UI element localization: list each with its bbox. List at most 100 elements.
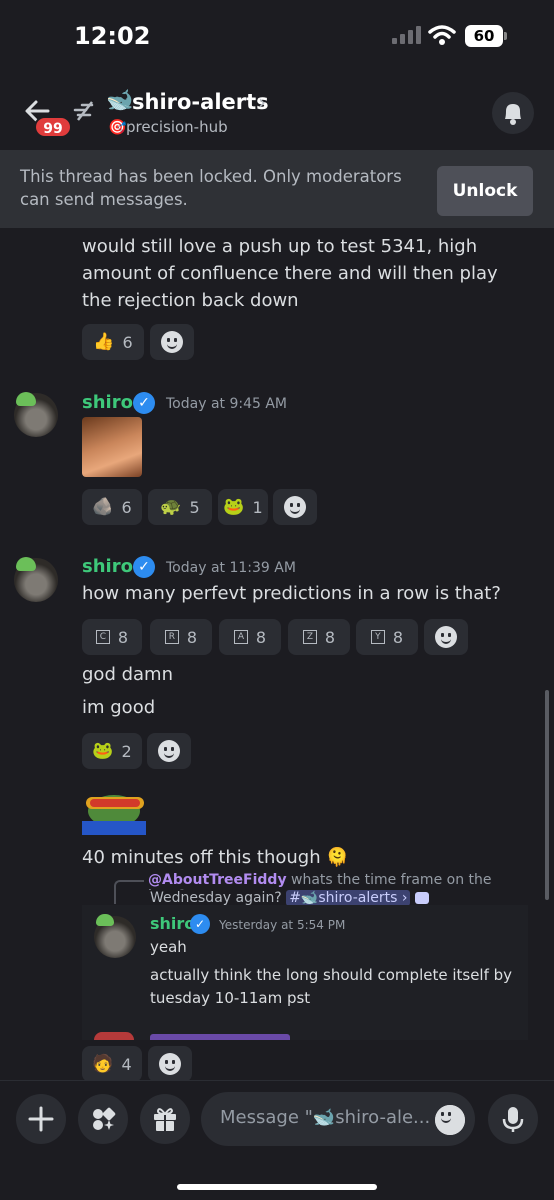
smile-icon <box>435 626 457 648</box>
reaction[interactable]: 🐢 5 <box>148 489 212 525</box>
microphone-icon <box>502 1107 524 1132</box>
verified-icon: ✓ <box>133 392 155 414</box>
locked-message: This thread has been locked. Only modera… <box>20 167 402 209</box>
reaction-count: 8 <box>324 627 336 647</box>
reaction-count: 5 <box>189 497 200 517</box>
reaction[interactable]: 🧑 4 <box>82 1046 142 1082</box>
reaction-count: 8 <box>117 627 129 647</box>
thread-icon <box>73 101 94 121</box>
author-name[interactable]: shiro <box>82 392 133 413</box>
reaction-count: 8 <box>255 627 267 647</box>
thumbs-up-icon: 👍 <box>93 332 115 352</box>
message-text: im good <box>82 697 156 718</box>
rock-icon: 🪨 <box>92 497 114 517</box>
message-text: god damn <box>82 664 173 685</box>
reaction[interactable]: 🐸 1 <box>218 489 268 525</box>
message-text-content: 40 minutes off this though <box>82 847 321 868</box>
apps-button[interactable] <box>78 1094 128 1144</box>
reaction-count: 2 <box>121 741 132 761</box>
author-name <box>150 1034 290 1040</box>
message-text: would still love a push up to test 5341,… <box>82 236 498 311</box>
bell-icon <box>505 104 521 125</box>
channel-emoji: 🐋 <box>106 88 134 113</box>
reaction-letter-a[interactable]: A 8 <box>219 619 281 655</box>
target-icon: 🎯 <box>108 118 127 136</box>
reply-connector <box>114 880 144 904</box>
channel-title[interactable]: shiro-alerts <box>132 90 269 114</box>
gift-icon <box>154 1108 176 1131</box>
wifi-icon <box>428 25 456 45</box>
parent-channel[interactable]: precision-hub <box>126 118 228 136</box>
reply-mention: @AboutTreeFiddy <box>148 872 287 888</box>
channel-mention[interactable]: #🐋shiro-alerts › <box>286 890 411 906</box>
reaction-thumbs-up[interactable]: 👍 6 <box>82 324 144 360</box>
smile-icon <box>435 1105 465 1135</box>
chevron-right-icon[interactable]: › <box>258 90 266 114</box>
gift-button[interactable] <box>140 1094 190 1144</box>
notification-button[interactable] <box>492 92 534 134</box>
smile-icon <box>158 740 180 762</box>
reaction-count: 8 <box>186 627 198 647</box>
verified-icon: ✓ <box>190 914 210 934</box>
reaction-letter-r[interactable]: R 8 <box>150 619 212 655</box>
add-reaction-button[interactable] <box>147 733 191 769</box>
signal-icon <box>392 26 421 44</box>
face-icon: 🧑 <box>92 1054 114 1074</box>
thread-icon <box>414 892 429 904</box>
smile-icon <box>161 331 183 353</box>
reaction-count: 8 <box>392 627 404 647</box>
avatar-decoration <box>16 557 36 571</box>
letter-a-icon: A <box>233 630 248 644</box>
letter-z-icon: Z <box>302 630 317 644</box>
author-name[interactable]: shiro <box>150 914 195 933</box>
reaction-count: 6 <box>121 497 132 517</box>
reaction[interactable]: 🪨 6 <box>82 489 142 525</box>
plus-icon <box>28 1106 54 1132</box>
timestamp: Today at 9:45 AM <box>166 396 288 412</box>
letter-c-icon: C <box>95 630 110 644</box>
turtle-icon: 🐢 <box>160 497 182 517</box>
message-text: yeah <box>150 938 187 956</box>
add-reaction-button[interactable] <box>150 324 194 360</box>
battery-nub <box>504 32 507 40</box>
reaction-letter-c[interactable]: C 8 <box>82 619 142 655</box>
avatar-decoration <box>16 392 36 406</box>
add-reaction-button[interactable] <box>424 619 468 655</box>
letter-r-icon: R <box>164 630 179 644</box>
reply-text: Wednesday again? <box>150 890 282 906</box>
reply-line: Wednesday again? #🐋shiro-alerts › <box>150 890 429 906</box>
add-reaction-button[interactable] <box>273 489 317 525</box>
author-name[interactable]: shiro <box>82 556 133 577</box>
add-reaction-button[interactable] <box>148 1046 192 1082</box>
message-text: 40 minutes off this though 🫠 <box>82 844 349 871</box>
sticker-image[interactable] <box>82 417 142 477</box>
frog-sticker-image[interactable] <box>82 785 146 835</box>
battery-indicator: 60 <box>465 25 503 47</box>
reply-preview[interactable]: @AboutTreeFiddy whats the time frame on … <box>148 872 518 890</box>
melting-face-icon: 🫠 <box>326 847 349 868</box>
timestamp: Today at 11:39 AM <box>166 560 296 576</box>
timestamp: Yesterday at 5:54 PM <box>219 918 346 932</box>
letter-y-icon: Y <box>370 630 385 644</box>
add-attachment-button[interactable] <box>16 1094 66 1144</box>
emoji-picker-button[interactable] <box>435 1105 465 1135</box>
reaction-count: 1 <box>252 497 263 517</box>
unread-badge: 99 <box>34 116 72 138</box>
smile-icon <box>284 496 306 518</box>
reaction-count: 6 <box>122 332 133 352</box>
frog-icon: 🐸 <box>92 741 114 761</box>
message-placeholder: Message "🐋shiro-ale... <box>220 1107 430 1128</box>
scrollbar[interactable] <box>545 690 549 900</box>
smile-icon <box>159 1053 181 1075</box>
home-indicator <box>177 1184 377 1190</box>
voice-message-button[interactable] <box>488 1094 538 1144</box>
avatar <box>94 1032 134 1040</box>
reaction[interactable]: 🐸 2 <box>82 733 142 769</box>
reaction-letter-y[interactable]: Y 8 <box>356 619 418 655</box>
reaction-count: 4 <box>121 1054 132 1074</box>
unlock-button[interactable]: Unlock <box>437 166 533 216</box>
avatar-decoration <box>96 914 114 926</box>
frog-icon: 🐸 <box>223 497 245 517</box>
message-text: how many perfevt predictions in a row is… <box>82 583 501 604</box>
reaction-letter-z[interactable]: Z 8 <box>288 619 350 655</box>
